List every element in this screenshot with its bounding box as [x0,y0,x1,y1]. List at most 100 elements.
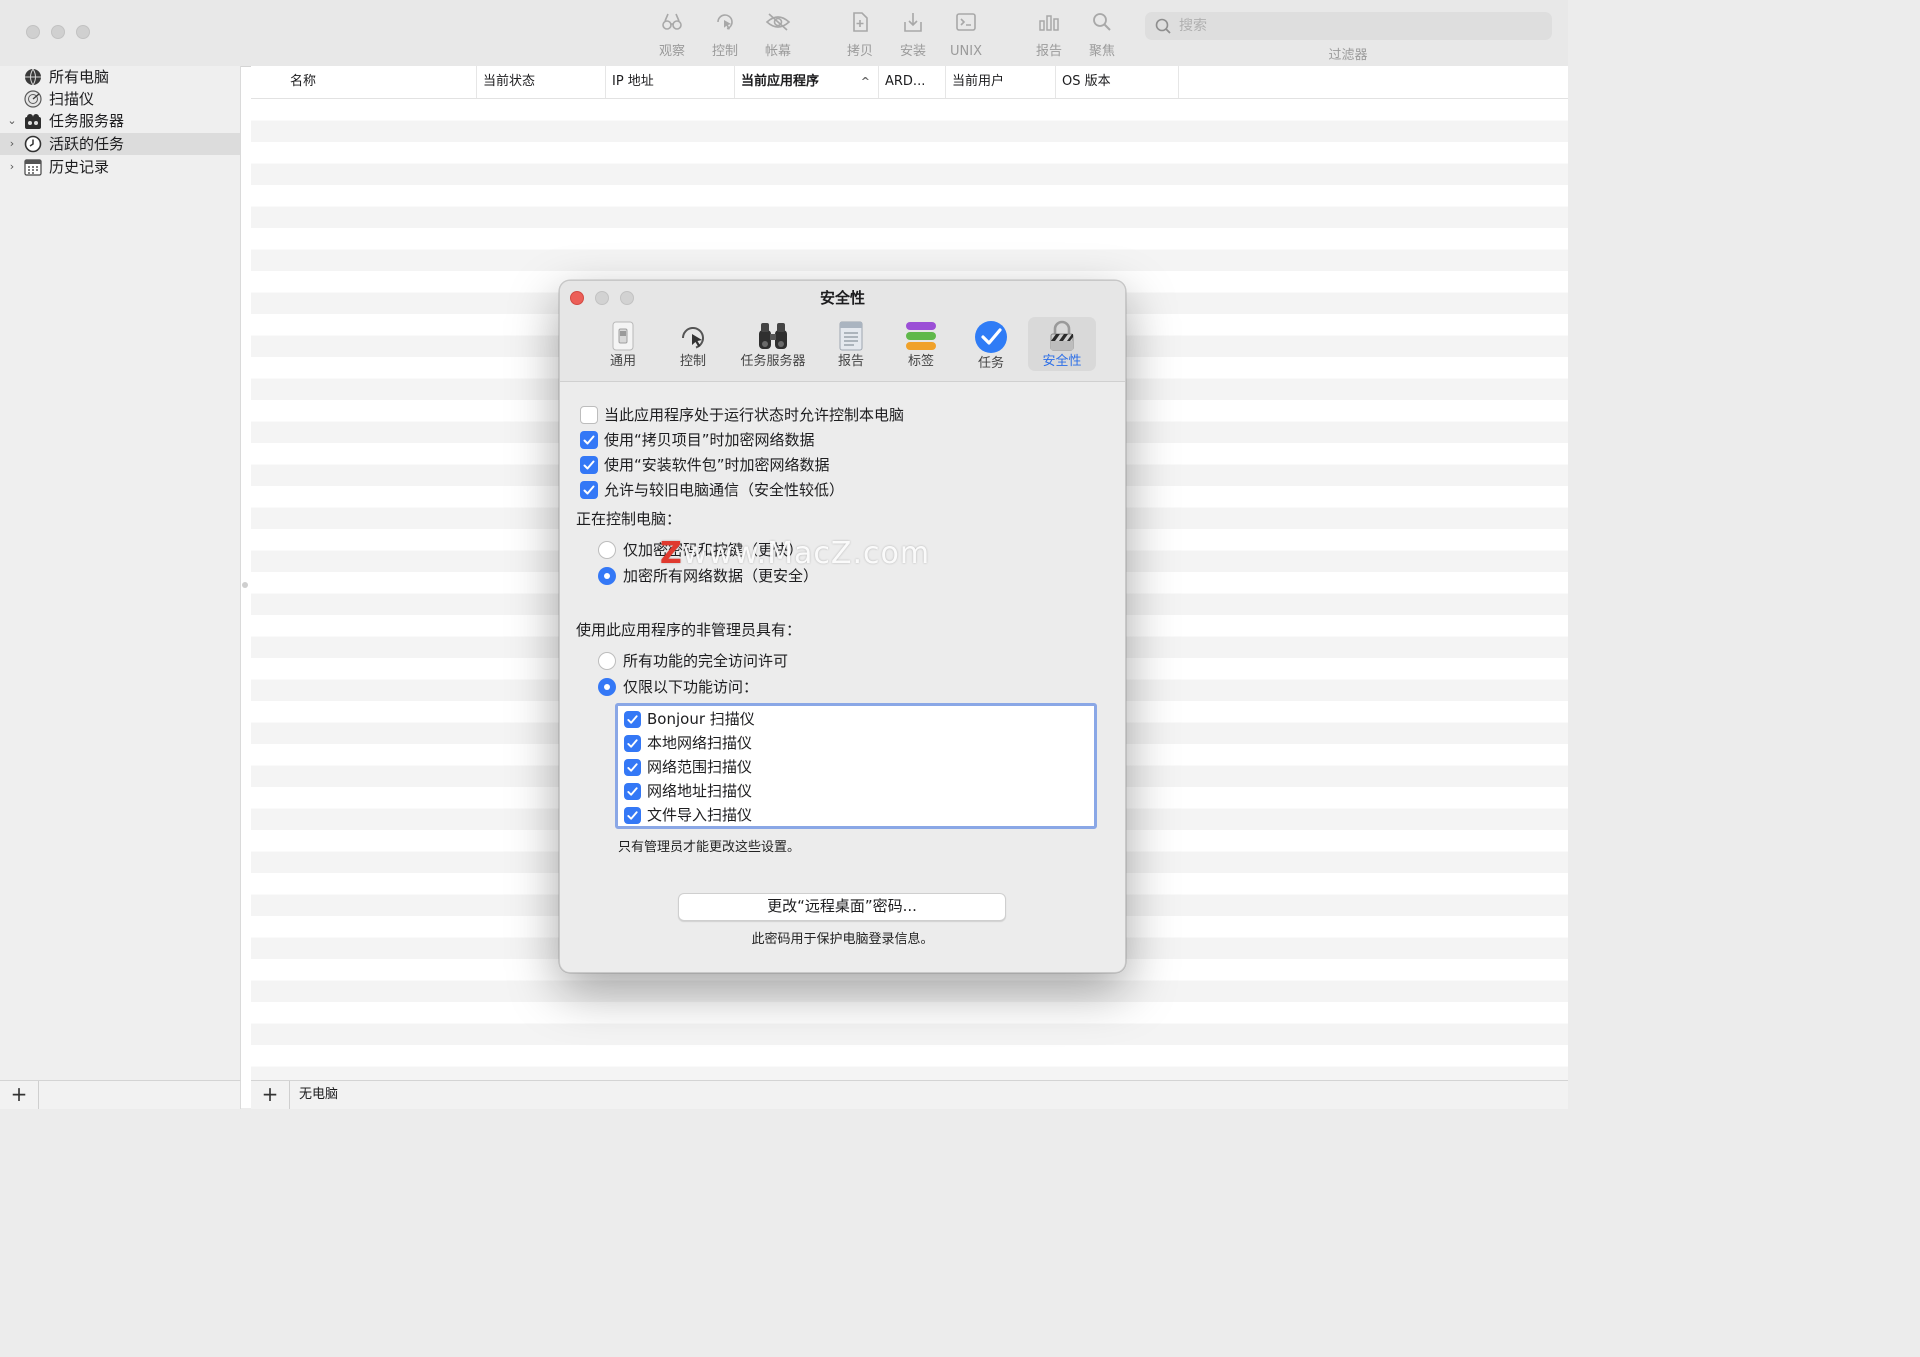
column-header-ard[interactable]: ARD... [879,66,946,98]
scanner-radar-icon [24,90,42,108]
general-switch-icon [612,321,634,351]
dialog-toolbar: 安全性 通用 控制 任务服务器 报告 标签 任务 安全性 [560,281,1125,382]
checkmark-icon [627,811,638,820]
tab-general[interactable]: 通用 [590,317,656,371]
checkmark-icon [627,715,638,724]
spotlight-icon [1074,10,1130,36]
chevron-down-icon[interactable]: ⌄ [6,110,18,132]
toolbar-curtain-button[interactable]: 帐幕 [750,10,806,62]
allow-control-label: 当此应用程序处于运行状态时允许控制本电脑 [604,406,905,424]
report-chart-icon [1021,10,1077,36]
search-input[interactable]: 搜索 [1145,12,1552,40]
limited-access-radio[interactable] [598,678,616,696]
full-access-radio[interactable] [598,652,616,670]
table-footer: + 无电脑 [251,1080,1568,1109]
toolbar-observe-button[interactable]: 观察 [644,10,700,62]
window-minimize-button[interactable] [51,25,65,39]
feature-local-network-checkbox[interactable] [624,735,641,752]
install-box-icon [885,10,941,36]
checkmark-icon [627,763,638,772]
legacy-communication-checkbox[interactable] [580,481,598,499]
clock-icon [24,135,42,153]
tab-security[interactable]: 安全性 [1028,317,1096,371]
toolbar-control-button[interactable]: 控制 [697,10,753,62]
tab-report[interactable]: 报告 [818,317,884,371]
column-header-name[interactable]: 名称 [284,66,477,98]
add-computer-button[interactable]: + [251,1081,290,1109]
change-password-button[interactable]: 更改“远程桌面”密码... [678,893,1006,921]
encrypt-keystrokes-radio[interactable] [598,541,616,559]
sidebar: 所有电脑 扫描仪 ⌄ 任务服务器 › 活跃的任务 › 历史记录 [0,66,241,1080]
tab-tags[interactable]: 标签 [888,317,954,371]
curtain-eye-icon [750,10,806,36]
encrypt-copy-label: 使用“拷贝项目”时加密网络数据 [604,431,815,449]
column-header-os-version[interactable]: OS 版本 [1056,66,1179,98]
feature-file-import-label: 文件导入扫描仪 [647,806,753,824]
binoculars-icon [644,10,700,36]
window-zoom-button[interactable] [76,25,90,39]
tab-task-server[interactable]: 任务服务器 [730,317,816,371]
encrypt-install-label: 使用“安装软件包”时加密网络数据 [604,456,830,474]
checkmark-icon [583,485,595,495]
table-header: 名称 当前状态 IP 地址 当前应用程序 ^ ARD... 当前用户 OS 版本 [251,66,1568,99]
feature-bonjour-checkbox[interactable] [624,711,641,728]
chevron-right-icon[interactable]: › [6,156,18,178]
feature-access-list[interactable]: Bonjour 扫描仪 本地网络扫描仪 网络范围扫描仪 网络地址扫描仪 文件导入… [615,703,1097,829]
task-server-icon [24,112,42,130]
feature-bonjour-label: Bonjour 扫描仪 [647,710,755,728]
legacy-communication-label: 允许与较旧电脑通信（安全性较低） [604,481,845,499]
column-header-ip[interactable]: IP 地址 [606,66,735,98]
binoculars-icon [759,323,787,349]
toolbar-copy-button[interactable]: 拷贝 [832,10,888,62]
encrypt-copy-checkbox[interactable] [580,431,598,449]
chevron-right-icon[interactable]: › [6,133,18,155]
toolbar: 观察 控制 帐幕 拷贝 安装 UNIX 报告 聚焦 搜索 过滤器 [0,0,1568,67]
feature-network-range-label: 网络范围扫描仪 [647,758,753,776]
toolbar-unix-button[interactable]: UNIX [938,10,994,62]
add-list-button[interactable]: + [0,1081,39,1109]
control-cursor-icon [681,326,704,349]
dialog-title: 安全性 [819,289,865,307]
tab-control[interactable]: 控制 [660,317,726,371]
search-placeholder: 搜索 [1179,18,1207,34]
sidebar-item-history[interactable]: › 历史记录 [0,156,240,178]
sidebar-item-task-server[interactable]: ⌄ 任务服务器 [0,110,240,132]
sort-ascending-icon: ^ [860,75,870,88]
feature-local-network-label: 本地网络扫描仪 [647,734,753,752]
toolbar-spotlight-button[interactable]: 聚焦 [1074,10,1130,62]
feature-network-address-checkbox[interactable] [624,783,641,800]
computer-count-status: 无电脑 [299,1087,339,1102]
checkmark-icon [583,460,595,470]
tab-tasks[interactable]: 任务 [958,317,1024,371]
control-cursor-icon [697,10,753,36]
task-check-icon [975,321,1007,353]
security-preferences-dialog: 安全性 通用 控制 任务服务器 报告 标签 任务 安全性 当此应用程序处于运行状… [559,280,1126,973]
window-close-button[interactable] [26,25,40,39]
report-doc-icon [839,321,863,351]
tags-stack-icon [906,322,936,350]
main-window: 观察 控制 帐幕 拷贝 安装 UNIX 报告 聚焦 搜索 过滤器 所有电脑 扫描… [0,0,1568,1109]
encrypt-all-radio[interactable] [598,567,616,585]
column-header-status[interactable]: 当前状态 [477,66,606,98]
column-header-current-user[interactable]: 当前用户 [946,66,1056,98]
filter-label: 过滤器 [1328,48,1368,63]
toolbar-report-button[interactable]: 报告 [1021,10,1077,62]
checkmark-icon [627,787,638,796]
allow-control-checkbox[interactable] [580,406,598,424]
encrypt-install-checkbox[interactable] [580,456,598,474]
watermark: Zwww.MacZ.com [660,536,931,571]
feature-network-range-checkbox[interactable] [624,759,641,776]
split-view-handle[interactable] [242,582,248,588]
sidebar-item-scanner[interactable]: 扫描仪 [0,88,240,110]
controlling-section-label: 正在控制电脑： [576,510,682,528]
sidebar-item-active-tasks[interactable]: › 活跃的任务 [0,133,240,155]
toolbar-install-button[interactable]: 安装 [885,10,941,62]
copy-doc-icon [832,10,888,36]
calendar-icon [24,158,42,176]
checkmark-icon [627,739,638,748]
feature-file-import-checkbox[interactable] [624,807,641,824]
full-access-label: 所有功能的完全访问许可 [623,652,789,670]
column-header-current-app[interactable]: 当前应用程序 ^ [735,66,879,98]
sidebar-item-all-computers[interactable]: 所有电脑 [0,66,240,88]
search-icon [1153,12,1173,40]
